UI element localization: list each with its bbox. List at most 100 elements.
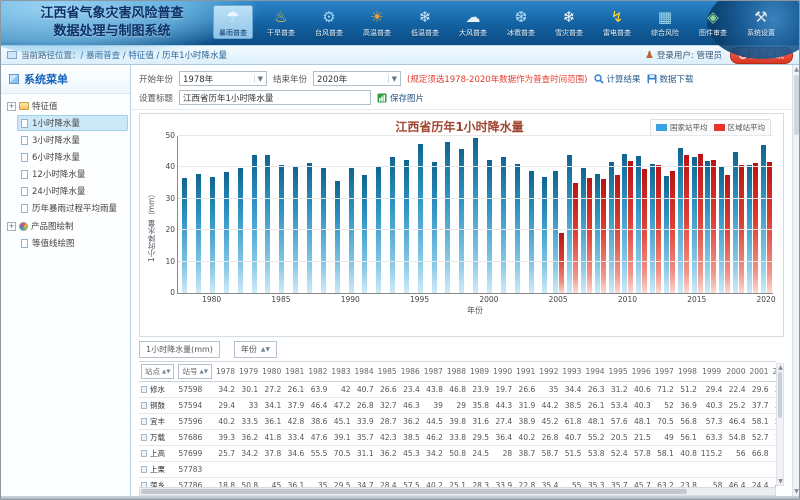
- bar-regional-2015: [698, 154, 703, 293]
- station-name[interactable]: 万载: [141, 432, 174, 443]
- x-tick-label: 1995: [410, 295, 429, 304]
- station-sort-chip[interactable]: 站点▲▼: [141, 364, 174, 379]
- bar-national-2016: [705, 161, 710, 294]
- calculator-icon: ▦: [652, 7, 678, 27]
- year-column-header: 2000: [724, 362, 747, 382]
- value-cell: [237, 462, 260, 478]
- station-name[interactable]: 铜鼓: [141, 400, 174, 411]
- value-cell: 58.1: [747, 414, 770, 430]
- year-column-header: 1987: [422, 362, 445, 382]
- toolbar-item-drought[interactable]: ♨干旱普查: [261, 5, 301, 39]
- y-tick-label: 20: [165, 225, 178, 234]
- sidebar-group-1[interactable]: +产品图绘制: [3, 218, 128, 234]
- legend-item[interactable]: 国家站平均: [656, 122, 708, 133]
- sidebar-item-0-4[interactable]: 24小时降水量: [17, 183, 128, 199]
- toolbar-item-label: 大风普查: [459, 28, 487, 38]
- bar-group-1996: [427, 136, 441, 293]
- sidebar-item-0-2[interactable]: 6小时降水量: [17, 149, 128, 165]
- year-column-header: 1983: [329, 362, 352, 382]
- bar-group-1983: [247, 136, 261, 293]
- chart-legend: 国家站平均区域站平均: [650, 119, 771, 136]
- toolbar-item-lightning[interactable]: ↯雷电普查: [597, 5, 637, 39]
- legend-item[interactable]: 区域站平均: [714, 122, 766, 133]
- station-name-cell[interactable]: 万载: [139, 430, 176, 446]
- save-image-button[interactable]: 保存图片: [377, 92, 424, 104]
- station-name-cell[interactable]: 宜丰: [139, 414, 176, 430]
- sidebar-item-0-1[interactable]: 3小时降水量: [17, 132, 128, 148]
- download-button[interactable]: 数据下载: [647, 73, 694, 85]
- year-filter-chip[interactable]: 年份 ▲▼: [234, 341, 277, 358]
- scroll-down-icon[interactable]: ▼: [777, 478, 784, 485]
- station-name[interactable]: 上高: [141, 448, 174, 459]
- sidebar-group-0[interactable]: +特征值: [3, 98, 128, 114]
- sidebar-item-0-5[interactable]: 历年暴雨过程平均雨量: [17, 200, 128, 216]
- sidebar-item-0-3[interactable]: 12小时降水量: [17, 166, 128, 182]
- bar-regional-2014: [684, 155, 689, 293]
- sidebar-group-items: 等值线绘图: [17, 235, 128, 251]
- station-name[interactable]: 上栗: [141, 464, 174, 475]
- toolbar-item-map-review[interactable]: ◈图件审查: [693, 5, 733, 39]
- page-vertical-scrollbar[interactable]: ▲ ▼: [792, 65, 799, 496]
- value-cell: 44.2: [537, 398, 560, 414]
- toolbar-item-hail[interactable]: ❆冰雹普查: [501, 5, 541, 39]
- metric-filter-chip[interactable]: 1小时降水量(mm): [139, 341, 220, 358]
- sidebar-item-1-0[interactable]: 等值线绘图: [17, 235, 128, 251]
- start-year-select[interactable]: 1978年 ▼: [179, 71, 267, 86]
- scroll-up-icon[interactable]: ▲: [793, 66, 800, 73]
- scrollbar-thumb[interactable]: [778, 372, 782, 418]
- toolbar-item-snow[interactable]: ❄雪灾普查: [549, 5, 589, 39]
- station-id-sort-chip[interactable]: 站号▲▼: [178, 364, 211, 379]
- expander-icon[interactable]: +: [7, 222, 16, 231]
- value-cell: 22.4: [724, 382, 747, 398]
- value-cell: 27.2: [260, 382, 283, 398]
- toolbar-item-calculator[interactable]: ▦综合风险: [645, 5, 685, 39]
- toolbar-item-wind[interactable]: ☁大风普查: [453, 5, 493, 39]
- value-cell: 41.8: [260, 430, 283, 446]
- metric-filter-label: 1小时降水量(mm): [146, 344, 213, 355]
- station-name[interactable]: 宜丰: [141, 416, 174, 427]
- bar-group-2014: [676, 136, 690, 293]
- station-name[interactable]: 修水: [141, 384, 174, 395]
- expander-icon[interactable]: +: [7, 102, 16, 111]
- scrollbar-thumb[interactable]: [141, 489, 687, 494]
- toolbar-item-high-temp[interactable]: ☀高温普查: [357, 5, 397, 39]
- table-horizontal-scrollbar[interactable]: [139, 487, 776, 496]
- scroll-up-icon[interactable]: ▲: [777, 364, 784, 371]
- scrollbar-thumb[interactable]: [794, 75, 799, 135]
- value-cell: 51.2: [676, 382, 699, 398]
- scroll-down-icon[interactable]: ▼: [793, 488, 800, 495]
- value-cell: 115.2: [699, 446, 724, 462]
- value-cell: 28.7: [376, 414, 399, 430]
- sidebar-item-0-0[interactable]: 1小时降水量: [17, 115, 128, 131]
- value-cell: 55.5: [306, 446, 329, 462]
- value-cell: [329, 462, 352, 478]
- table-vertical-scrollbar[interactable]: ▲ ▼: [776, 363, 784, 486]
- station-name-cell[interactable]: 上栗: [139, 462, 176, 478]
- calculate-button[interactable]: 计算结果: [594, 73, 641, 85]
- year-column-header: 1984: [353, 362, 376, 382]
- toolbar-item-label: 雪灾普查: [555, 28, 583, 38]
- toolbar-item-settings[interactable]: ⚒系统设置: [741, 5, 781, 39]
- end-year-select[interactable]: 2020年 ▼: [313, 71, 401, 86]
- value-cell: 38.7: [514, 446, 537, 462]
- toolbar-item-rainstorm[interactable]: ☂暴雨普查: [213, 5, 253, 39]
- station-name-cell[interactable]: 铜鼓: [139, 398, 176, 414]
- station-name-cell[interactable]: 上高: [139, 446, 176, 462]
- value-cell: 40.7: [353, 382, 376, 398]
- year-column-header: 1980: [260, 362, 283, 382]
- value-cell: [607, 462, 630, 478]
- chart-title-input[interactable]: [179, 90, 371, 105]
- bar-group-1982: [233, 136, 247, 293]
- app-title-line1: 江西省气象灾害风险普查: [11, 5, 213, 23]
- toolbar-item-low-temp[interactable]: ❄低温普查: [405, 5, 445, 39]
- bar-national-1990: [349, 168, 354, 293]
- value-cell: 38.9: [514, 414, 537, 430]
- sidebar-group: +特征值1小时降水量3小时降水量6小时降水量12小时降水量24小时降水量历年暴雨…: [3, 98, 128, 216]
- station-name-cell[interactable]: 修水: [139, 382, 176, 398]
- value-cell: 26.8: [537, 430, 560, 446]
- chart-title-label: 设置标题: [139, 92, 173, 104]
- value-cell: 34.2: [214, 382, 237, 398]
- station-name-label: 宜丰: [150, 416, 165, 427]
- value-cell: 29.6: [747, 382, 770, 398]
- toolbar-item-typhoon[interactable]: ⚙台风普查: [309, 5, 349, 39]
